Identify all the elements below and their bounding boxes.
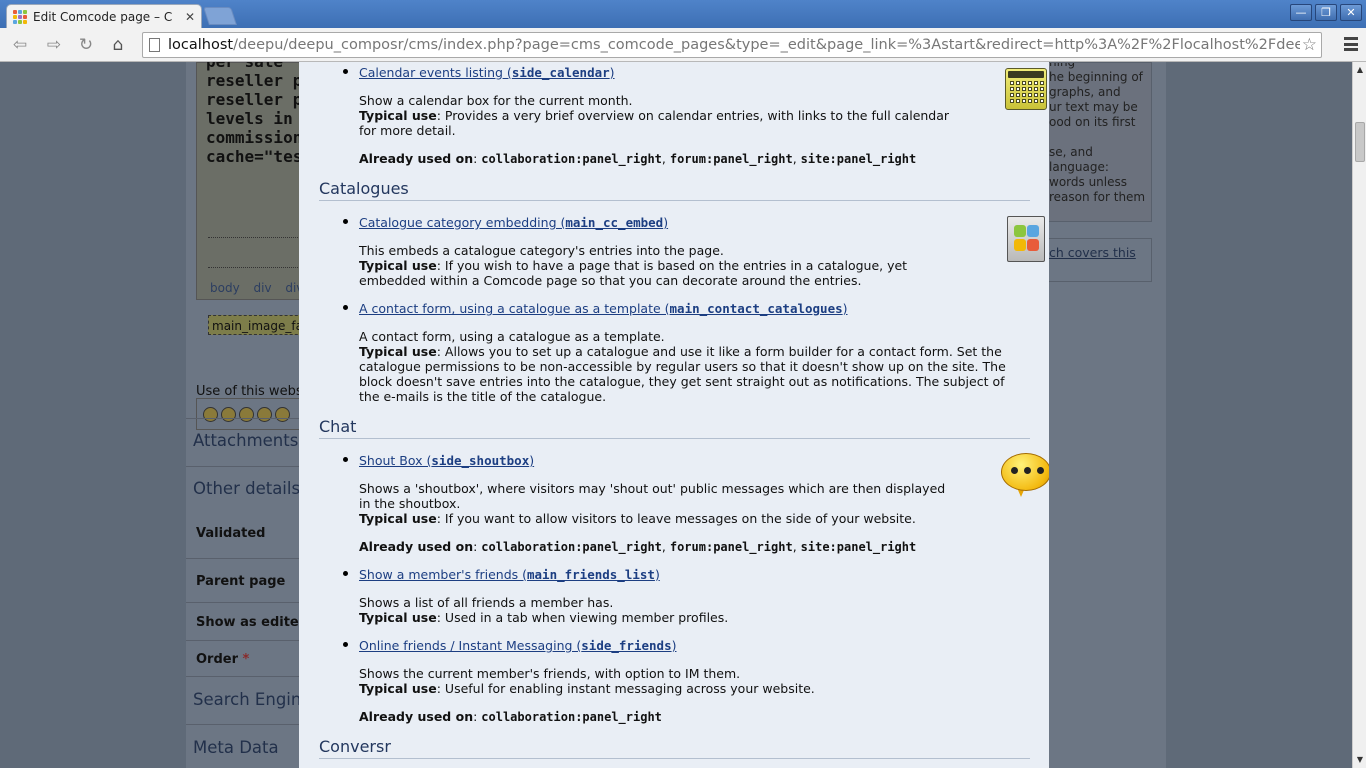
block-entry-main-friends-list: Show a member's friends (main_friends_li… <box>343 567 1019 625</box>
editor-block-placeholder: main_image_fa <box>208 315 308 335</box>
block-entry-side-calendar: Calendar events listing (side_calendar) … <box>343 65 1019 166</box>
main-contact-catalogues-link[interactable]: A contact form, using a catalogue as a t… <box>359 301 848 316</box>
meta-data-heading: Meta Data <box>193 738 279 757</box>
maximize-button[interactable]: ❐ <box>1315 4 1337 21</box>
block-entry-main-cc-embed: Catalogue category embedding (main_cc_em… <box>343 215 1019 288</box>
reload-icon[interactable]: ↻ <box>74 33 98 57</box>
help-link: ch covers this <box>1040 238 1152 282</box>
section-heading-conversr: Conversr <box>319 737 1030 759</box>
tab-title: Edit Comcode page – C <box>33 9 173 24</box>
other-details-heading: Other details <box>193 479 301 498</box>
new-tab-button[interactable] <box>203 7 237 25</box>
editor-code: per sale reseller p reseller p levels in… <box>206 62 303 166</box>
minimize-button[interactable]: — <box>1290 4 1312 21</box>
catalogue-puzzle-icon <box>1007 216 1045 262</box>
browser-menu-icon[interactable] <box>1344 37 1358 51</box>
block-entry-main-contact-catalogues: A contact form, using a catalogue as a t… <box>343 301 1019 404</box>
validated-label: Validated <box>196 526 266 541</box>
parent-page-label: Parent page <box>196 574 286 589</box>
emoticon-bar <box>196 398 304 430</box>
close-window-button[interactable]: ✕ <box>1340 4 1362 21</box>
already-used-on: Already used on: collaboration:panel_rig… <box>359 151 917 166</box>
section-heading-chat: Chat <box>319 417 1030 439</box>
show-as-edited-label: Show as edited <box>196 615 309 630</box>
page-scrollbar[interactable]: ▲ ▼ <box>1352 62 1366 768</box>
browser-toolbar: ⇦ ⇨ ↻ ⌂ localhost/deepu/deepu_composr/cm… <box>0 28 1366 62</box>
already-used-on: Already used on: collaboration:panel_rig… <box>359 709 662 724</box>
use-of-site-text: Use of this websit <box>196 384 312 399</box>
scrollbar-thumb[interactable] <box>1355 122 1365 162</box>
section-heading-catalogues: Catalogues <box>319 179 1030 201</box>
side-friends-link[interactable]: Online friends / Instant Messaging (side… <box>359 638 676 653</box>
emoticon-icon <box>239 406 254 422</box>
scroll-up-arrow-icon[interactable]: ▲ <box>1355 65 1365 75</box>
side-shoutbox-link[interactable]: Shout Box (side_shoutbox) <box>359 453 534 468</box>
tab-close-icon[interactable]: ✕ <box>185 10 195 24</box>
page-icon <box>149 38 160 52</box>
browser-tab[interactable]: Edit Comcode page – C ✕ <box>6 4 202 28</box>
url-host: localhost <box>168 37 234 53</box>
scroll-down-arrow-icon[interactable]: ▼ <box>1355 755 1365 765</box>
bookmark-star-icon[interactable]: ☆ <box>1299 35 1317 55</box>
required-marker: * <box>242 652 250 667</box>
emoticon-icon <box>275 406 290 422</box>
already-used-on: Already used on: collaboration:panel_rig… <box>359 539 917 554</box>
address-bar[interactable]: localhost/deepu/deepu_composr/cms/index.… <box>142 32 1322 58</box>
back-arrow-icon[interactable]: ⇦ <box>8 33 32 57</box>
side-calendar-link[interactable]: Calendar events listing (side_calendar) <box>359 65 615 80</box>
block-entry-side-shoutbox: Shout Box (side_shoutbox) Shows a 'shout… <box>343 453 1019 554</box>
attachments-heading: Attachments <box>193 431 299 450</box>
block-entry-side-friends: Online friends / Instant Messaging (side… <box>343 638 1019 724</box>
url-path: /deepu/deepu_composr/cms/index.php?page=… <box>233 37 1313 53</box>
search-engine-heading: Search Engine <box>193 690 312 709</box>
emoticon-icon <box>257 406 272 422</box>
forward-arrow-icon[interactable]: ⇨ <box>42 33 66 57</box>
calendar-icon <box>1005 68 1047 110</box>
emoticon-icon <box>203 406 218 422</box>
block-chooser-modal: Calendar events listing (side_calendar) … <box>299 62 1049 768</box>
composr-favicon-icon <box>13 9 27 24</box>
speech-bubble-icon <box>1001 453 1049 499</box>
tab-strip: Edit Comcode page – C ✕ — ❐ ✕ <box>0 0 1366 28</box>
home-icon[interactable]: ⌂ <box>106 33 130 57</box>
order-label: Order * <box>196 652 250 667</box>
emoticon-icon <box>221 406 236 422</box>
main-cc-embed-link[interactable]: Catalogue category embedding (main_cc_em… <box>359 215 668 230</box>
help-panel: ning he beginning of graphs, and ur text… <box>1040 62 1152 222</box>
main-friends-list-link[interactable]: Show a member's friends (main_friends_li… <box>359 567 660 582</box>
